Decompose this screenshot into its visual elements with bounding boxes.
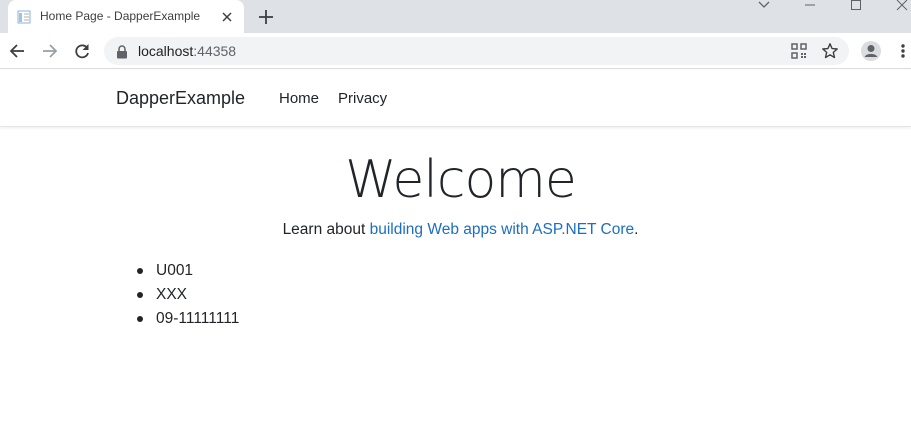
list-item: 09-11111111 [136,310,239,334]
browser-tab[interactable]: Home Page - DapperExample [8,0,244,33]
reload-icon[interactable] [72,41,92,61]
forward-arrow-icon[interactable] [40,41,60,61]
bullet [137,268,143,274]
address-bar[interactable]: localhost:44358 [104,37,849,65]
profile-icon[interactable] [860,40,882,62]
close-icon[interactable] [220,9,234,23]
browser-titlebar: Home Page - DapperExample [0,0,911,33]
maximize-icon[interactable] [836,0,876,14]
more-vert-icon[interactable] [896,42,910,60]
nav-link-privacy[interactable]: Privacy [338,90,387,107]
browser-toolbar: localhost:44358 [0,33,911,69]
list-item: U001 [136,262,239,286]
page-favicon-icon [17,9,31,24]
lead-prefix: Learn about [282,221,370,238]
data-list: U001 XXX 09-11111111 [136,262,239,334]
navbar-brand[interactable]: DapperExample [116,88,245,109]
list-item-text: U001 [156,262,194,279]
qr-code-icon[interactable] [790,42,808,60]
back-arrow-icon[interactable] [7,41,27,61]
bullet [137,292,143,298]
nav-link-home[interactable]: Home [279,90,319,107]
minimize-icon[interactable] [790,0,830,14]
lead-suffix: . [634,221,639,238]
list-item-text: XXX [156,286,188,303]
list-item: XXX [136,286,239,310]
bullet [137,316,143,322]
site-navbar: DapperExample Home Privacy [0,70,911,127]
lock-icon[interactable] [116,44,128,59]
list-item-text: 09-11111111 [156,310,240,327]
url-port: :44358 [193,43,237,59]
plus-icon[interactable] [256,7,276,27]
docs-link[interactable]: building Web apps with ASP.NET Core [370,221,635,238]
url-text[interactable]: localhost:44358 [138,43,236,59]
tab-title: Home Page - DapperExample [40,9,201,23]
url-host: localhost [138,43,194,59]
page-title: Welcome [345,150,577,210]
chevron-down-icon[interactable] [744,0,784,14]
star-icon[interactable] [821,42,839,60]
lead-text: Learn about building Web apps with ASP.N… [0,221,911,239]
window-close-icon[interactable] [882,0,911,14]
